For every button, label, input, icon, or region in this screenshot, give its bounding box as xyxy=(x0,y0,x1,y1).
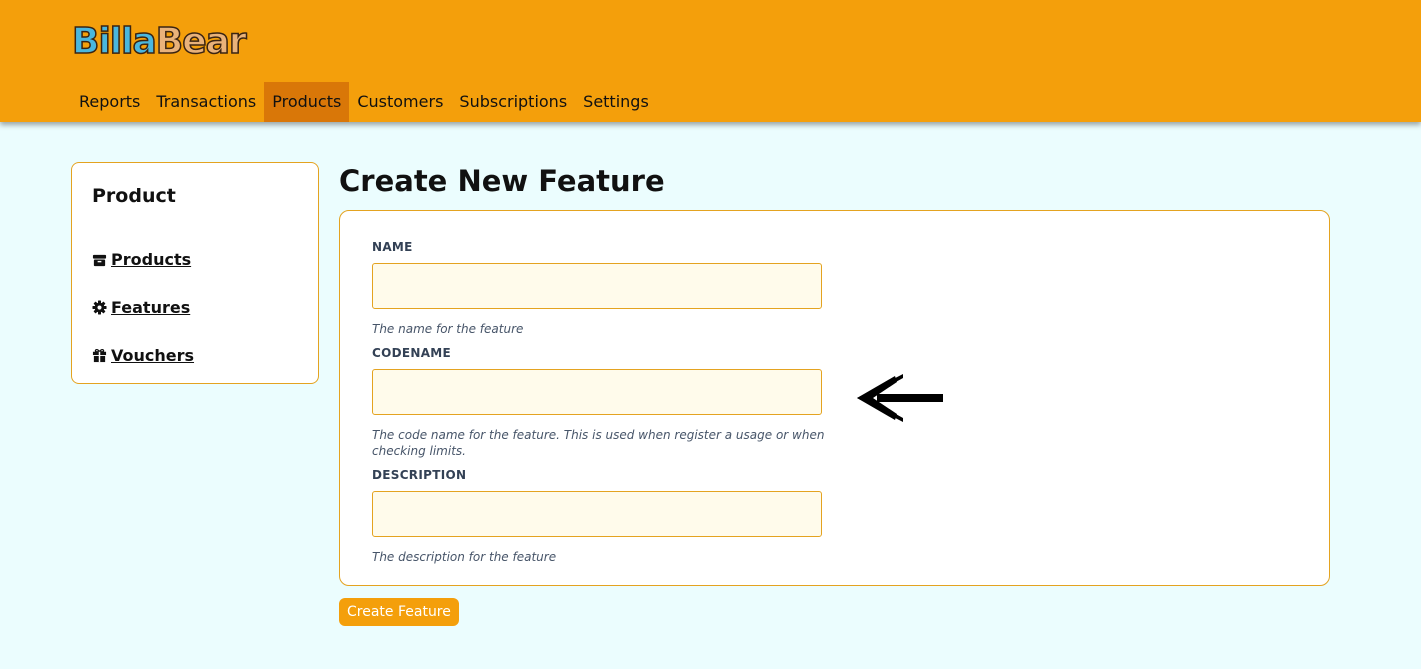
name-help-text: The name for the feature xyxy=(372,322,524,336)
nav-item-settings[interactable]: Settings xyxy=(575,82,657,122)
sidebar-item-label: Features xyxy=(111,298,191,317)
sidebar-item-label: Products xyxy=(111,250,192,269)
sidebar-item-products[interactable]: Products xyxy=(92,250,191,269)
codename-field[interactable] xyxy=(372,369,822,415)
description-help-text: The description for the feature xyxy=(372,550,557,564)
nav-item-subscriptions[interactable]: Subscriptions xyxy=(451,82,575,122)
name-label: NAME xyxy=(372,240,413,254)
box-icon xyxy=(92,254,107,267)
nav-item-customers[interactable]: Customers xyxy=(349,82,451,122)
sidebar-item-label: Vouchers xyxy=(111,346,195,365)
top-header: BillaBear Reports Transactions Products … xyxy=(0,0,1421,122)
page-title: Create New Feature xyxy=(339,164,665,198)
codename-help-text: The code name for the feature. This is u… xyxy=(372,428,825,458)
gift-icon xyxy=(92,348,107,363)
billabear-logo[interactable]: BillaBear xyxy=(71,20,247,64)
description-field[interactable] xyxy=(372,491,822,537)
nav-item-transactions[interactable]: Transactions xyxy=(148,82,264,122)
name-field[interactable] xyxy=(372,263,822,309)
arrow-left-icon xyxy=(857,374,943,422)
create-feature-button[interactable]: Create Feature xyxy=(339,598,459,626)
description-label: DESCRIPTION xyxy=(372,468,467,482)
gear-icon xyxy=(92,300,107,315)
nav-item-products[interactable]: Products xyxy=(264,82,350,122)
feature-form-card: NAME The name for the feature CODENAME T… xyxy=(339,210,1330,586)
product-sidebar: Product Products Features Vouchers xyxy=(71,162,319,384)
logo-part-2: Bear xyxy=(155,20,247,63)
sidebar-item-vouchers[interactable]: Vouchers xyxy=(92,346,194,365)
sidebar-item-features[interactable]: Features xyxy=(92,298,190,317)
nav-item-reports[interactable]: Reports xyxy=(71,82,148,122)
codename-label: CODENAME xyxy=(372,346,452,360)
logo-part-1: Billa xyxy=(71,20,157,63)
sidebar-title: Product xyxy=(92,185,176,207)
main-nav: Reports Transactions Products Customers … xyxy=(71,82,657,122)
